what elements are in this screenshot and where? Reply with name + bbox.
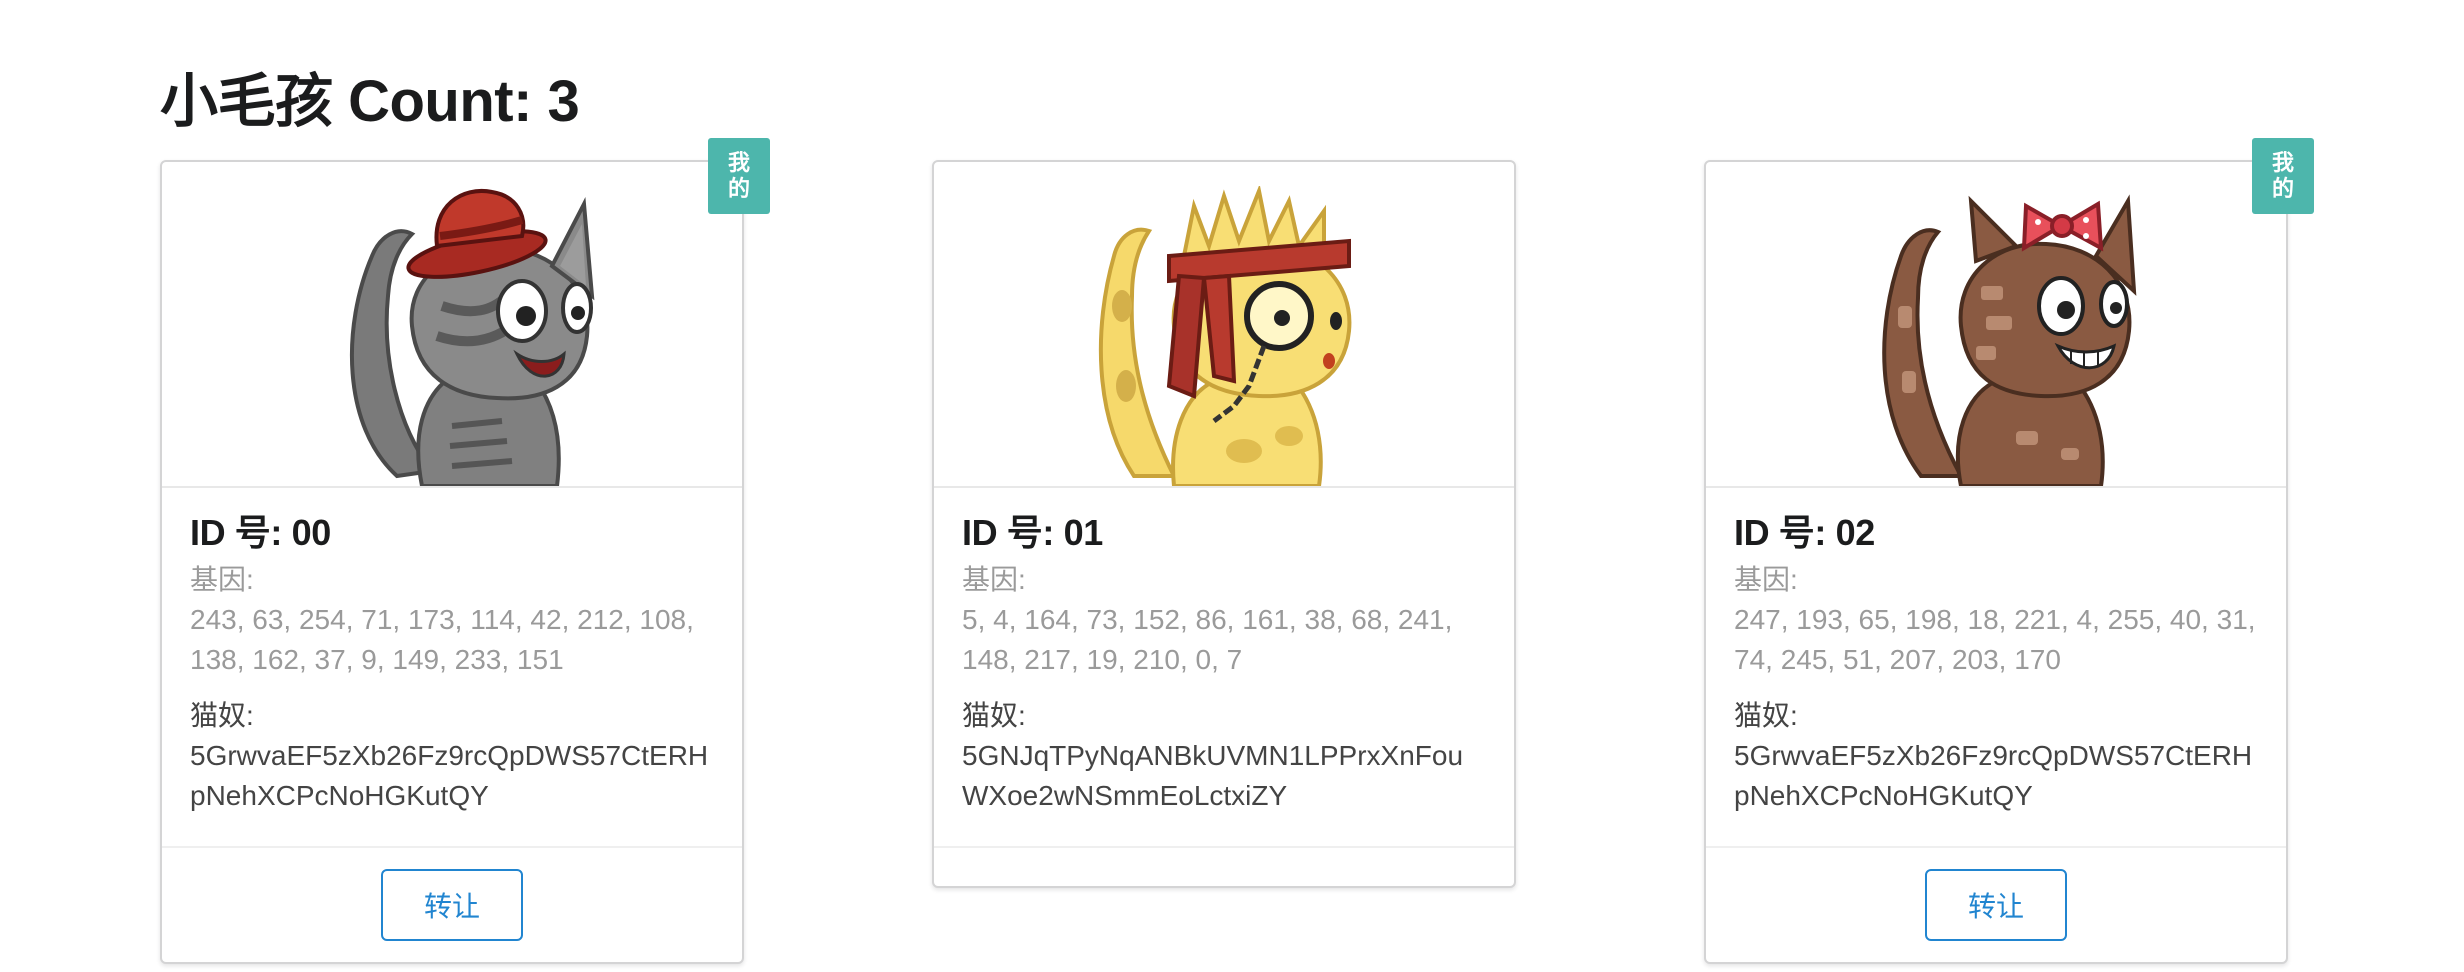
dna-label: 基因: [962, 564, 1026, 595]
kitty-card: 我 的 [160, 138, 770, 964]
kitty-card-content: ID 号: 02 基因: 247, 193, 65, 198, 18, 221,… [1706, 488, 2286, 848]
owner-address: 5GrwvaEF5zXb26Fz9rcQpDWS57CtERHpNehXCPcN… [1734, 740, 2253, 811]
brown-cat-bow-image [1882, 194, 2137, 486]
kitty-card-list: 我 的 ID 号: 00 基因: 243, 63, 254, 71, 173, … [160, 138, 2314, 964]
dna-value: 247, 193, 65, 198, 18, 221, 4, 255, 40, … [1734, 604, 2256, 675]
dna-label: 基因: [1734, 564, 1798, 595]
dna-value: 5, 4, 164, 73, 152, 86, 161, 38, 68, 241… [962, 604, 1453, 675]
owner-label: 猫奴: [962, 700, 1026, 731]
kitty-card-actions: 转让 [1706, 848, 2286, 962]
transfer-button[interactable]: 转让 [381, 869, 523, 941]
kitty-id: ID 号: 00 [190, 512, 331, 553]
kitty-image [1706, 162, 2286, 488]
transfer-button[interactable]: 转让 [1925, 869, 2067, 941]
mine-badge-line2: 的 [2271, 176, 2294, 201]
kitty-id: ID 号: 01 [962, 512, 1103, 553]
mine-badge-line2: 的 [727, 176, 750, 201]
kitty-card: ID 号: 01 基因: 5, 4, 164, 73, 152, 86, 161… [932, 160, 1516, 888]
kitty-id: ID 号: 02 [1734, 512, 1875, 553]
kitty-card-content: ID 号: 01 基因: 5, 4, 164, 73, 152, 86, 161… [934, 488, 1514, 848]
kitty-card-actions: 转让 [162, 848, 742, 962]
gray-cat-red-hat-image [349, 189, 595, 486]
yellow-cat-monocle-image [1098, 186, 1352, 486]
mine-badge-line1: 我 [727, 150, 750, 175]
kitty-image [934, 162, 1514, 488]
mine-badge: 我 的 [2252, 138, 2314, 214]
dna-label: 基因: [190, 564, 254, 595]
owner-address: 5GNJqTPyNqANBkUVMN1LPPrxXnFouWXoe2wNSmmE… [962, 740, 1464, 811]
page-title: 小毛孩 Count: 3 [160, 69, 580, 134]
kitty-card-content: ID 号: 00 基因: 243, 63, 254, 71, 173, 114,… [162, 488, 742, 848]
kitty-image [162, 162, 742, 488]
kitty-card-actions [934, 848, 1514, 886]
owner-label: 猫奴: [1734, 700, 1798, 731]
mine-badge-line1: 我 [2271, 150, 2294, 175]
owner-address: 5GrwvaEF5zXb26Fz9rcQpDWS57CtERHpNehXCPcN… [190, 740, 709, 811]
owner-label: 猫奴: [190, 700, 254, 731]
mine-badge: 我 的 [708, 138, 770, 214]
dna-value: 243, 63, 254, 71, 173, 114, 42, 212, 108… [190, 604, 694, 675]
kitty-card: 我 的 [1704, 138, 2314, 964]
